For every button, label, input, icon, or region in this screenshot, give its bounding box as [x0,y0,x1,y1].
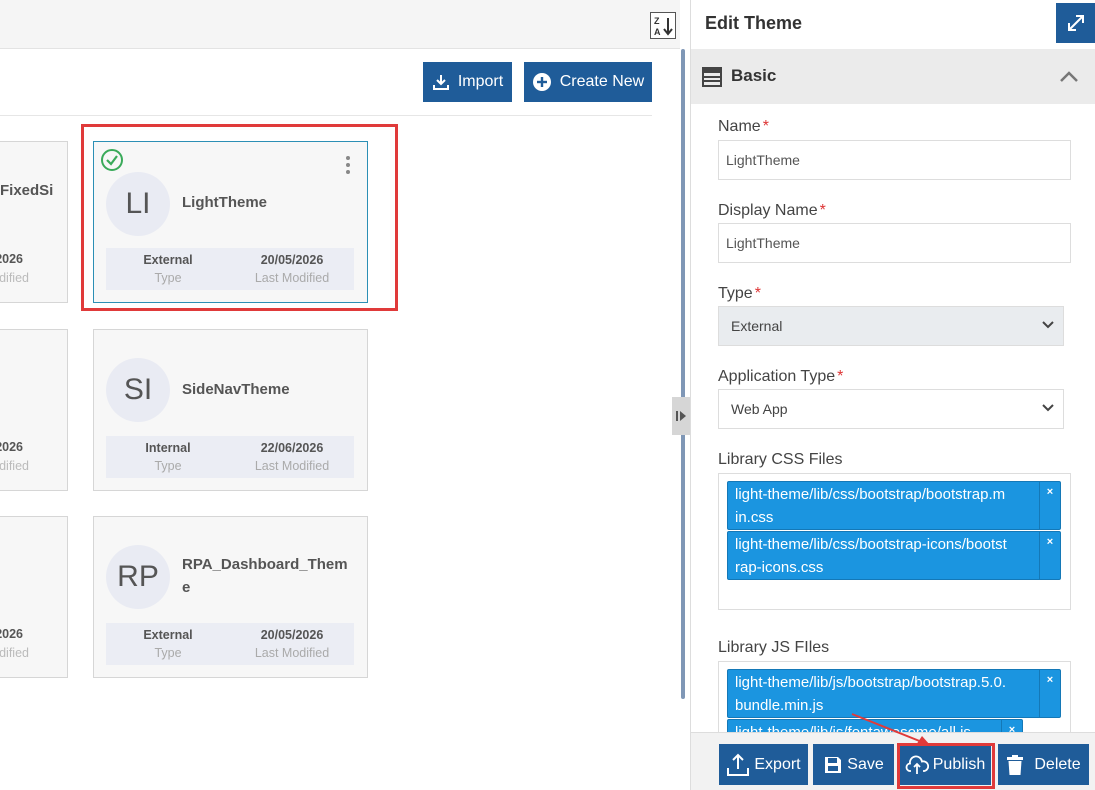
css-files-label: Library CSS Files [718,451,843,468]
remove-icon[interactable]: × [1039,670,1060,717]
card-modified-value: 2026 [0,252,23,266]
card-title: FixedSi [0,182,54,199]
basic-section-header[interactable]: Basic [691,49,1095,104]
card-type-label: Type [154,459,182,473]
display-name-input[interactable]: LightTheme [718,223,1071,263]
card-meta: External Type 20/05/2026 Last Modified [106,623,354,665]
card-modified-value: 22/06/2026 [260,441,324,455]
name-label: Name * [718,118,769,135]
app-type-select-value: Web App [731,401,788,417]
save-label: Save [847,755,884,773]
card-modified-label: Last Modified [254,646,330,660]
app-type-label: Application Type * [718,368,844,385]
gallery-toolbar: Z A [0,0,680,49]
avatar: RP [106,545,170,609]
card-title-line2: e [182,579,191,596]
theme-form: Name * LightTheme Display Name * LightThem… [691,104,1095,732]
edit-theme-panel: Edit Theme Basic Name * LightTheme Displ… [690,0,1095,790]
chevron-down-icon [1042,404,1054,412]
chevron-up-icon[interactable] [1059,69,1079,83]
card-type-label: Type [154,646,182,660]
card-modified-value: 20/05/2026 [260,628,324,642]
app-type-select[interactable]: Web App [718,389,1064,429]
plus-circle-icon [532,73,551,91]
app-root: Z A Import Create New FixedSi 026 dified… [0,0,1095,790]
card-modified-label: Last Modified [254,459,330,473]
expand-icon[interactable] [1056,3,1095,43]
divider [0,115,652,116]
card-modified-value: 2026 [0,440,23,454]
card-modified-label: dified [0,271,29,285]
remove-icon[interactable]: × [1001,720,1022,732]
collapse-right-icon [676,411,686,421]
export-label: Export [754,755,801,773]
section-icon [702,67,722,87]
remove-icon[interactable]: × [1039,482,1060,529]
remove-icon[interactable]: × [1039,532,1060,579]
save-icon [825,756,842,773]
card-modified-label: dified [0,646,29,660]
js-files-label: Library JS FIles [718,639,830,656]
delete-label: Delete [1034,755,1081,773]
download-icon [432,75,449,90]
card-type-value: External [143,628,193,642]
sort-za-icon[interactable]: Z A [650,12,676,39]
chevron-down-icon [1042,321,1054,329]
theme-card-partial[interactable]: 2026 dified [0,516,68,678]
theme-card-partial[interactable]: 2026 dified [0,329,68,491]
name-input[interactable]: LightTheme [718,140,1071,180]
card-modified-label: dified [0,459,29,473]
svg-text:A: A [654,27,661,37]
panel-header: Edit Theme [691,0,1095,48]
selection-highlight [81,124,398,311]
scrollbar[interactable] [681,49,685,699]
upload-icon [727,753,750,776]
card-title: SideNavTheme [182,381,290,398]
js-file-tag: light-theme/lib/js/bootstrap/bootstrap.5… [727,669,1061,718]
type-label: Type * [718,285,761,302]
card-title: RPA_Dashboard_Them e [182,553,348,599]
css-file-tag: light-theme/lib/css/bootstrap/bootstrap.… [727,481,1061,530]
css-file-tag: light-theme/lib/css/bootstrap-icons/boot… [727,531,1061,580]
theme-card-rpa-dashboard[interactable]: RP RPA_Dashboard_Them e External Type 20… [93,516,368,678]
type-select-value: External [731,318,783,334]
annotation-arrow [851,713,930,745]
create-new-button[interactable]: Create New [524,62,652,102]
delete-button[interactable]: Delete [998,744,1089,785]
theme-card-sidenavtheme[interactable]: SI SideNavTheme Internal Type 22/06/2026… [93,329,368,491]
section-title: Basic [731,66,777,85]
svg-text:Z: Z [654,16,660,26]
avatar: SI [106,358,170,422]
card-modified-value: 2026 [0,627,23,641]
panel-collapse-handle[interactable] [672,397,690,435]
import-button[interactable]: Import [423,62,512,102]
export-button[interactable]: Export [719,744,808,785]
type-select[interactable]: External [718,306,1064,346]
panel-title: Edit Theme [705,13,803,33]
trash-icon [1007,754,1024,775]
card-type-value: Internal [145,441,191,455]
card-title-line1: RPA_Dashboard_Them [182,556,348,573]
css-files-input[interactable]: light-theme/lib/css/bootstrap/bootstrap.… [718,473,1071,610]
card-meta: Internal Type 22/06/2026 Last Modified [106,436,354,478]
theme-gallery: Z A Import Create New FixedSi 026 dified… [0,0,680,790]
create-new-label: Create New [559,73,645,90]
display-name-label: Display Name * [718,202,826,219]
theme-card-partial[interactable]: FixedSi 2026 dified [0,141,68,303]
import-label: Import [457,73,504,90]
